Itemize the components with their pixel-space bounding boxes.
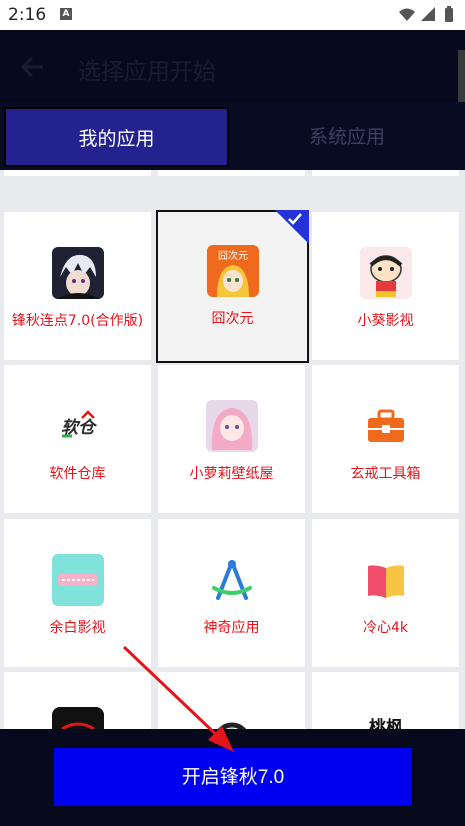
wifi-icon <box>399 8 415 21</box>
software-warehouse-icon: 软仓 <box>51 400 104 452</box>
app-label: 囧次元 <box>211 311 254 327</box>
app-tile[interactable]: 玄戒工具箱 <box>312 365 459 513</box>
app-tile[interactable]: 冷心4k <box>312 519 459 667</box>
book-icon <box>359 554 412 606</box>
selected-check-badge <box>275 210 309 244</box>
back-arrow-icon[interactable] <box>18 52 48 82</box>
tab-bar: 我的应用 系统应用 <box>0 102 465 170</box>
app-label: 冷心4k <box>362 620 408 636</box>
app-tile[interactable]: 小萝莉壁纸屋 <box>158 365 305 513</box>
app-tile-partial[interactable] <box>158 170 305 176</box>
dark-app-icon <box>51 707 104 730</box>
signal-icon <box>421 7 435 21</box>
status-time: 2:16 <box>8 5 47 25</box>
start-button[interactable]: 开启锋秋7.0 <box>54 748 412 806</box>
bottom-bar: 开启锋秋7.0 <box>0 729 465 826</box>
notification-badge: A <box>60 8 72 20</box>
app-label: 玄戒工具箱 <box>350 466 421 482</box>
compass-a-icon <box>205 554 258 606</box>
app-label: 小萝莉壁纸屋 <box>189 466 274 482</box>
app-tile[interactable]: 锋秋连点7.0(合作版) <box>4 212 151 360</box>
app-label: 软件仓库 <box>49 466 106 482</box>
app-tile[interactable]: 余白影视 <box>4 519 151 667</box>
status-bar: 2:16 A <box>0 0 465 30</box>
green-circle-icon <box>205 707 258 730</box>
jiongciyuan-icon: 囧次元 <box>206 245 259 297</box>
page-title: 选择应用开始 <box>78 59 216 85</box>
app-label: 小葵影视 <box>357 313 414 329</box>
app-tile-selected[interactable]: 囧次元 囧次元 <box>156 210 309 363</box>
app-tile[interactable] <box>4 672 151 730</box>
taofeng-icon: 桃枫 <box>359 707 412 730</box>
tab-system-apps[interactable]: 系统应用 <box>233 107 461 167</box>
battery-icon <box>445 8 453 22</box>
app-tile-partial[interactable] <box>4 170 151 176</box>
svg-text:囧次元: 囧次元 <box>218 249 248 262</box>
crayon-cartoon-icon <box>359 247 412 299</box>
system-icons <box>399 6 453 22</box>
app-grid: 锋秋连点7.0(合作版) 囧次元 囧次元 小葵影视 软仓 软件仓库 小萝莉壁纸屋… <box>0 170 465 730</box>
app-label: 余白影视 <box>49 620 106 636</box>
app-tile[interactable] <box>158 672 305 730</box>
check-icon <box>288 213 302 225</box>
app-tile[interactable]: 小葵影视 <box>312 212 459 360</box>
app-tile[interactable]: 软仓 软件仓库 <box>4 365 151 513</box>
anime-girl-icon <box>205 400 258 452</box>
app-tile[interactable]: 桃枫 <box>312 672 459 730</box>
app-label: 神奇应用 <box>203 620 260 636</box>
app-bar: 选择应用开始 <box>0 30 465 120</box>
yubai-video-icon <box>51 554 104 606</box>
tab-my-apps[interactable]: 我的应用 <box>4 107 229 167</box>
toolbox-icon <box>359 400 412 452</box>
app-label: 锋秋连点7.0(合作版) <box>11 313 144 329</box>
anime-boy-icon <box>51 247 104 299</box>
app-tile-partial[interactable] <box>312 170 459 176</box>
app-tile[interactable]: 神奇应用 <box>158 519 305 667</box>
